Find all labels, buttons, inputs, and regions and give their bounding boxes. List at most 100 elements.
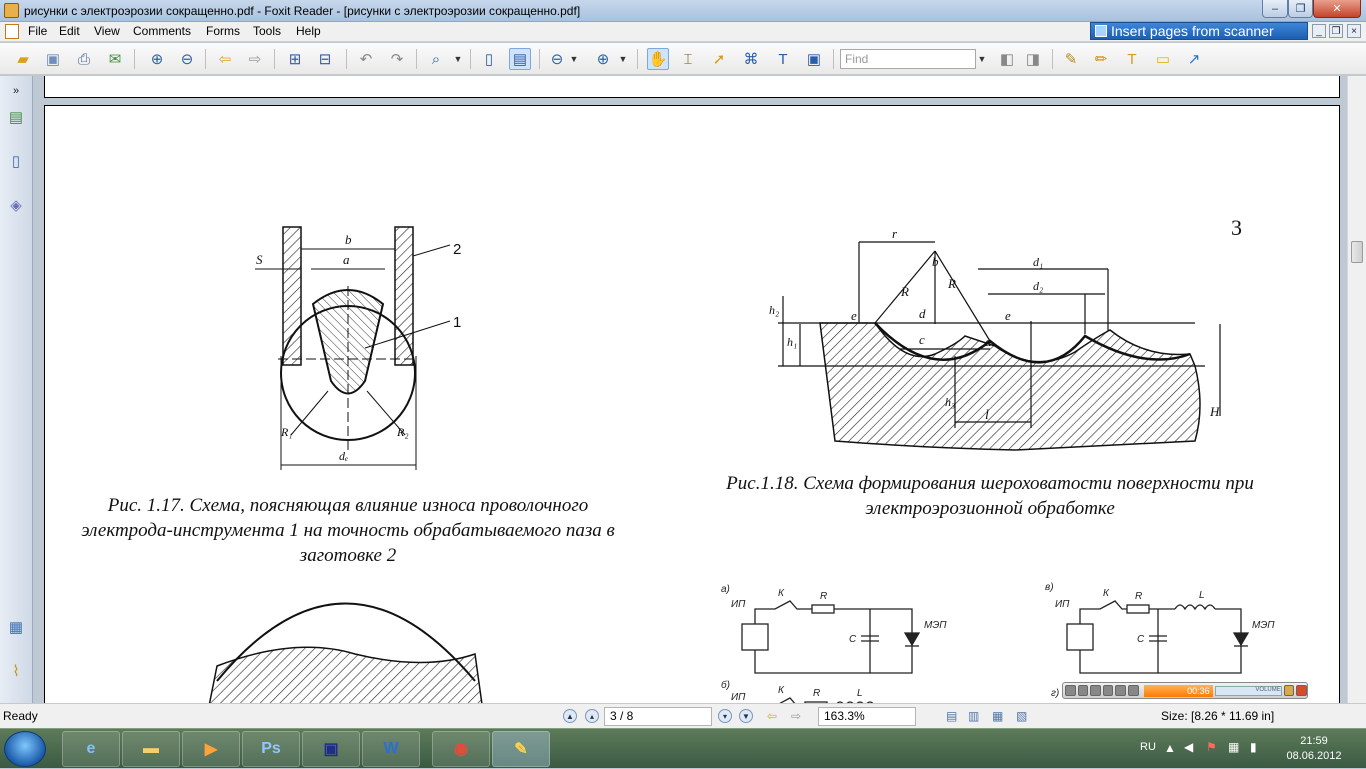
player-volume[interactable]: VOLUME	[1214, 685, 1282, 696]
continuous-icon[interactable]: ▥	[968, 709, 979, 723]
player-pause-icon[interactable]	[1077, 685, 1089, 696]
circuit-label-b: б)	[721, 679, 730, 691]
media-icon[interactable]: ▶	[182, 731, 240, 767]
vertical-scrollbar[interactable]	[1347, 76, 1366, 703]
player-back-icon[interactable]	[1102, 685, 1114, 696]
insert-icon[interactable]: ⊟	[314, 48, 336, 70]
note-icon[interactable]: ▭	[1152, 48, 1174, 70]
title-bar: рисунки с электроэрозии сокращенно.pdf -…	[0, 0, 1366, 22]
restore-button[interactable]: ❐	[1288, 0, 1313, 18]
minimize-button[interactable]: –	[1262, 0, 1288, 18]
explorer-icon[interactable]: ▬	[122, 731, 180, 767]
chrome-icon[interactable]: ◉	[432, 731, 490, 767]
open-icon[interactable]: ▰	[12, 48, 34, 70]
foxit-icon[interactable]: ✎	[492, 731, 550, 767]
language-indicator[interactable]: RU	[1140, 741, 1156, 753]
circuit-mep-a: МЭП	[924, 620, 947, 631]
single-page-icon[interactable]: ▤	[946, 709, 957, 723]
power-icon[interactable]: ▮	[1250, 740, 1257, 754]
zoom-icon[interactable]: ⌕	[425, 48, 447, 70]
prev-result-icon[interactable]: ◧	[996, 48, 1018, 70]
save-icon[interactable]: ▣	[42, 48, 64, 70]
find-input[interactable]: Find	[840, 49, 976, 69]
fit-page-icon[interactable]: ▯	[478, 48, 500, 70]
tray-up-icon[interactable]: ▲	[1164, 741, 1176, 755]
facing-icon[interactable]: ▦	[992, 709, 1003, 723]
select-icon[interactable]: ➚	[708, 48, 730, 70]
zoom-field[interactable]: 163.3%	[818, 707, 916, 726]
scroll-down-icon[interactable]: ⊖	[176, 48, 198, 70]
select-text-icon[interactable]: ⌶	[677, 48, 699, 70]
close-button[interactable]: ✕	[1313, 0, 1361, 18]
undo-icon[interactable]: ↶	[355, 48, 377, 70]
menu-view[interactable]: View	[94, 24, 120, 38]
hand-icon[interactable]: ✋	[647, 48, 669, 70]
zoom-out-dropdown-icon[interactable]: ▼	[568, 48, 580, 70]
ie-icon[interactable]: e	[62, 731, 120, 767]
menu-file[interactable]: File	[28, 24, 47, 38]
document-viewport[interactable]: 3 b a S 2 1 R₁ R₂ dₑ Рис. 1.17. Схема, п…	[34, 76, 1347, 703]
continuous-facing-icon[interactable]: ▧	[1016, 709, 1027, 723]
comments-panel-icon[interactable]: ▦	[6, 616, 26, 638]
next-result-icon[interactable]: ◨	[1022, 48, 1044, 70]
last-page-icon[interactable]: ▼	[739, 709, 753, 723]
fit-width-icon[interactable]: ▤	[509, 48, 531, 70]
page-number-field[interactable]: 3 / 8	[604, 707, 712, 726]
prev-view-icon[interactable]: ⇦	[767, 709, 777, 723]
comment-icon[interactable]: ✎	[1060, 48, 1082, 70]
find-dropdown-icon[interactable]: ▼	[977, 48, 987, 70]
forward-icon[interactable]: ⇨	[244, 48, 266, 70]
back-icon[interactable]: ⇦	[214, 48, 236, 70]
zoom-in-icon[interactable]: ⊕	[592, 48, 614, 70]
prev-page-icon[interactable]: ▴	[585, 709, 599, 723]
doc-restore-button[interactable]: ❐	[1329, 24, 1343, 38]
zoom-in-dropdown-icon[interactable]: ▼	[617, 48, 629, 70]
save-app-icon[interactable]: ▣	[302, 731, 360, 767]
player-restore-icon[interactable]	[1283, 685, 1295, 696]
email-icon[interactable]: ✉	[104, 48, 126, 70]
menu-tools[interactable]: Tools	[253, 24, 281, 38]
redo-icon[interactable]: ↷	[386, 48, 408, 70]
pencil-icon[interactable]: ✏	[1090, 48, 1112, 70]
word-icon[interactable]: W	[362, 731, 420, 767]
player-stop-icon[interactable]	[1090, 685, 1101, 696]
arrow-icon[interactable]: ↗	[1183, 48, 1205, 70]
player-next-icon[interactable]	[1115, 685, 1127, 696]
textbox-icon[interactable]: T	[1121, 48, 1143, 70]
next-view-icon[interactable]: ⇨	[791, 709, 801, 723]
pages-icon[interactable]: ▯	[6, 150, 26, 172]
insert-pages-from-scanner-button[interactable]: Insert pages from scanner	[1090, 22, 1308, 40]
typewriter-icon[interactable]: T	[772, 48, 794, 70]
volume-icon[interactable]: ◀	[1184, 740, 1193, 754]
expand-panel-icon[interactable]: »	[6, 80, 26, 102]
attachments-icon[interactable]: ⌇	[6, 660, 26, 682]
print-icon[interactable]: ⎙	[73, 48, 95, 70]
player-prev-icon[interactable]	[1065, 685, 1076, 696]
extract-icon[interactable]: ⊞	[284, 48, 306, 70]
menu-help[interactable]: Help	[296, 24, 321, 38]
circuit-ip-a: ИП	[731, 599, 746, 610]
network-icon[interactable]: ▦	[1228, 740, 1239, 754]
scrollbar-thumb[interactable]	[1351, 241, 1363, 263]
flag-icon[interactable]: ⚑	[1206, 740, 1217, 754]
photoshop-icon[interactable]: Ps	[242, 731, 300, 767]
first-page-icon[interactable]: ▲	[563, 709, 577, 723]
media-player-mini[interactable]: 00:36 VOLUME	[1062, 682, 1308, 699]
scroll-up-icon[interactable]: ⊕	[146, 48, 168, 70]
zoom-out-icon[interactable]: ⊖	[546, 48, 568, 70]
player-close-icon[interactable]	[1296, 685, 1307, 696]
find-icon[interactable]: ⌘	[740, 48, 762, 70]
snapshot-icon[interactable]: ▣	[803, 48, 825, 70]
player-eject-icon[interactable]	[1128, 685, 1139, 696]
zoom-dropdown-icon[interactable]: ▼	[452, 48, 464, 70]
next-page-icon[interactable]: ▾	[718, 709, 732, 723]
clock[interactable]: 21:59 08.06.2012	[1276, 734, 1352, 764]
menu-forms[interactable]: Forms	[206, 24, 240, 38]
doc-minimize-button[interactable]: _	[1312, 24, 1326, 38]
doc-close-button[interactable]: ×	[1347, 24, 1361, 38]
layers-icon[interactable]: ◈	[6, 194, 26, 216]
menu-edit[interactable]: Edit	[59, 24, 80, 38]
start-button[interactable]	[4, 731, 46, 767]
bookmarks-icon[interactable]: ▤	[6, 106, 26, 128]
menu-comments[interactable]: Comments	[133, 24, 191, 38]
